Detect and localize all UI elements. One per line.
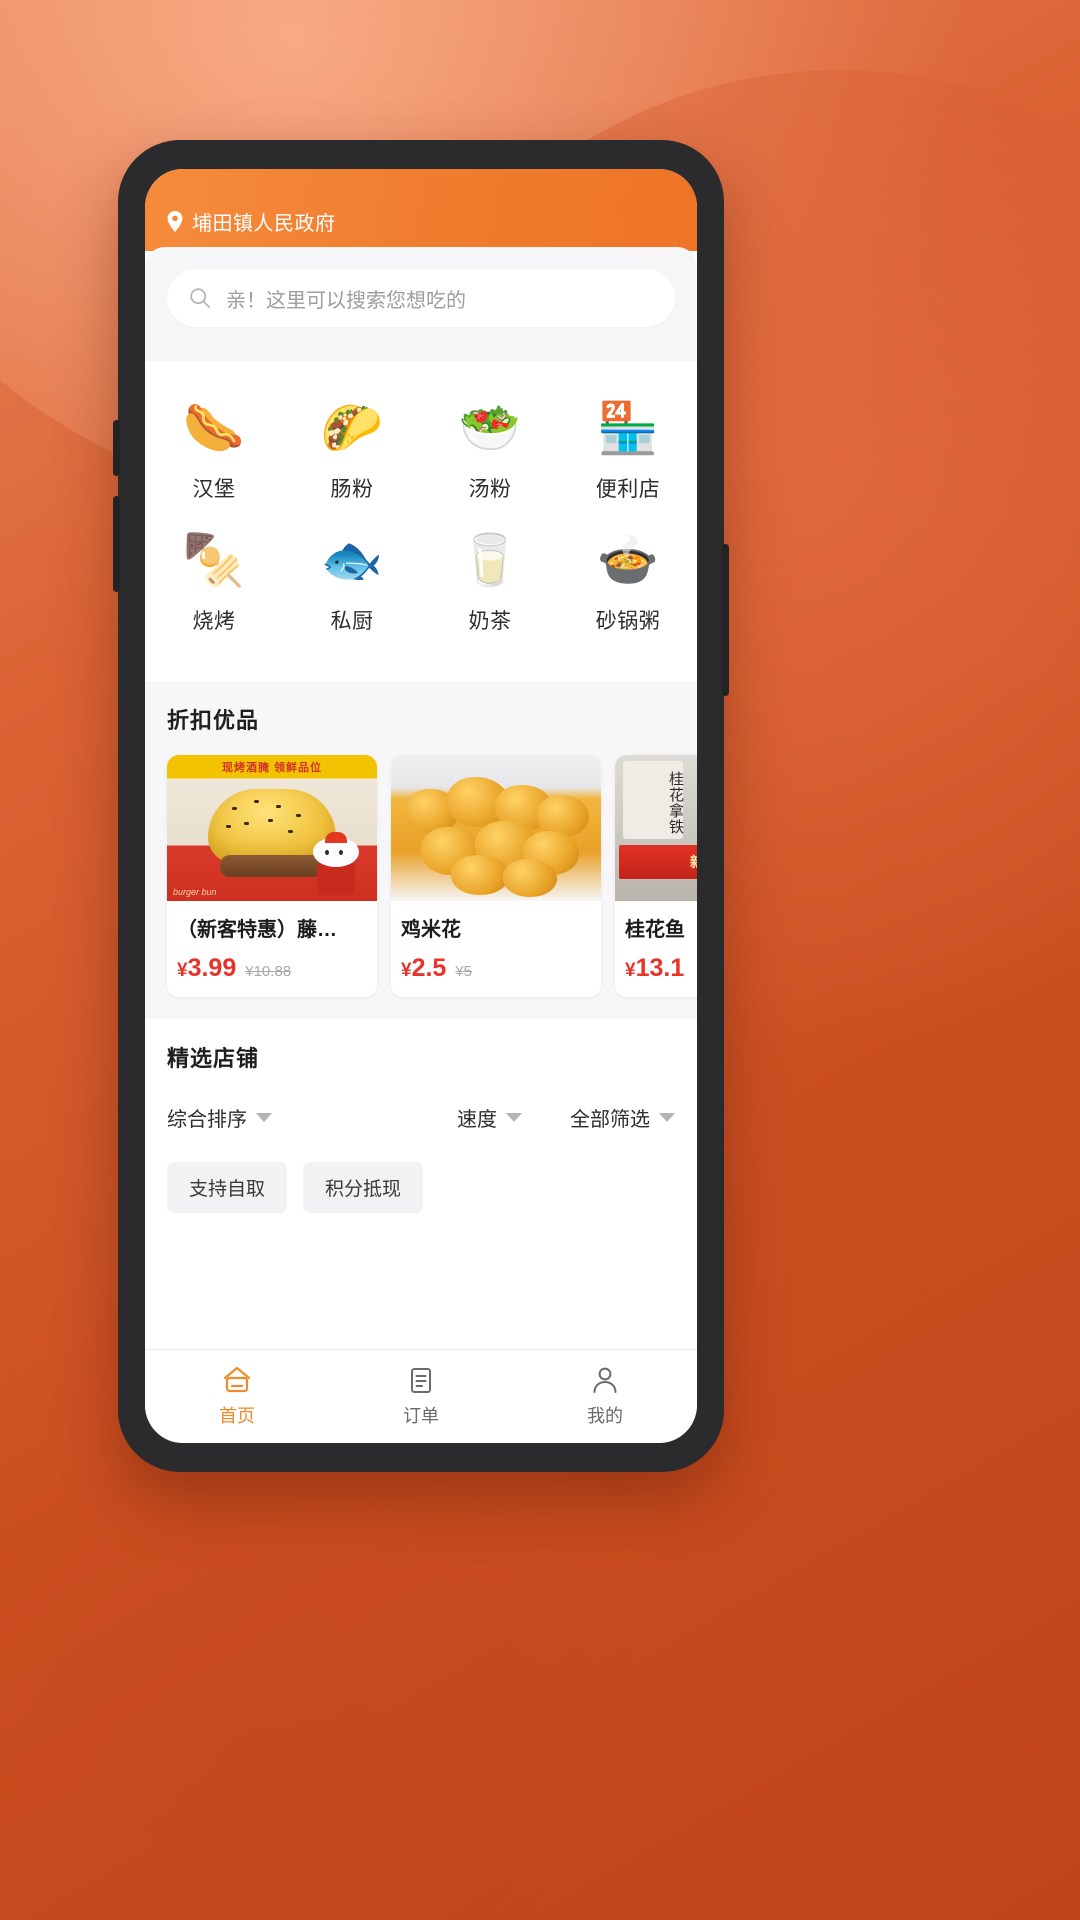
hotdog-icon: 🌭 [182, 399, 246, 457]
person-icon [593, 1367, 617, 1393]
volume-up-button[interactable] [113, 420, 120, 476]
product-sub-text: burger bun [173, 887, 217, 897]
category-item-hanbao[interactable]: 🌭 汉堡 [145, 397, 283, 503]
discount-carousel[interactable]: 现烤酒腌 领鲜品位 burger bun （新客特惠）藤… ¥3.99 ¥10.… [145, 735, 697, 1019]
product-name: 桂花鱼 [625, 919, 685, 941]
filter-chip-row: 支持自取 积分抵现 [167, 1162, 675, 1213]
category-label: 砂锅粥 [595, 610, 661, 633]
home-icon [223, 1366, 251, 1393]
filter-label: 速度 [457, 1109, 497, 1131]
filter-all[interactable]: 全部筛选 [570, 1103, 675, 1132]
tab-profile[interactable]: 我的 [513, 1350, 697, 1443]
featured-shops-section: 精选店铺 综合排序 速度 全部筛选 支持自取 积分抵现 [145, 1019, 697, 1349]
filter-label: 全部筛选 [570, 1109, 650, 1131]
product-banner-text: 现烤酒腌 领鲜品位 [221, 762, 323, 774]
category-item-changfen[interactable]: 🌮 肠粉 [283, 397, 421, 503]
category-label: 私厨 [330, 610, 374, 633]
chevron-down-icon [659, 1113, 675, 1122]
location-selector[interactable]: 埔田镇人民政府 [167, 207, 336, 236]
category-item-sichu[interactable]: 🐟 私厨 [283, 529, 421, 635]
bottom-tab-bar: 首页 订单 我的 [145, 1349, 697, 1443]
search-placeholder: 亲！这里可以搜索您想吃的 [226, 289, 466, 312]
current-price: ¥13.1 [625, 954, 684, 983]
discount-section: 折扣优品 现烤酒腌 领鲜品位 burger bun （新客特惠）藤… ¥3.99… [145, 681, 697, 1019]
original-price: ¥5 [455, 963, 473, 980]
filter-speed[interactable]: 速度 [457, 1103, 522, 1132]
category-label: 汉堡 [192, 478, 236, 501]
filter-row: 综合排序 速度 全部筛选 [167, 1103, 675, 1132]
category-label: 便利店 [595, 478, 661, 501]
current-price: ¥3.99 [177, 954, 236, 983]
tab-orders[interactable]: 订单 [329, 1350, 513, 1443]
tab-home[interactable]: 首页 [145, 1350, 329, 1443]
tab-label: 我的 [587, 1406, 623, 1426]
phone-screen: 埔田镇人民政府 亲！这里可以搜索您想吃的 🌭 汉堡 🌮 肠粉 🥗 汤粉 🏪 便利… [145, 169, 697, 1443]
category-label: 烧烤 [192, 610, 236, 633]
discount-card-body: 鸡米花 ¥2.5 ¥5 [391, 901, 601, 997]
price-row: ¥3.99 ¥10.88 [177, 954, 367, 983]
storefront-icon: 🏪 [596, 399, 660, 457]
search-icon [190, 288, 210, 308]
search-input[interactable]: 亲！这里可以搜索您想吃的 [167, 269, 675, 327]
order-icon [411, 1368, 431, 1393]
currency-symbol: ¥ [401, 960, 412, 981]
price-value: 13.1 [635, 954, 685, 982]
calendar-text: 桂花拿铁 [623, 761, 684, 839]
featured-shops-title: 精选店铺 [167, 1046, 260, 1071]
chip-points-redeem[interactable]: 积分抵现 [303, 1162, 424, 1213]
discount-section-title: 折扣优品 [167, 708, 260, 733]
category-label: 奶茶 [468, 610, 512, 633]
soup-pot-icon: 🍲 [596, 531, 660, 589]
power-button[interactable] [722, 544, 729, 696]
skewer-icon: 🍢 [182, 531, 246, 589]
salad-bowl-icon: 🥗 [458, 399, 522, 457]
milk-carton-icon: 🥛 [458, 531, 522, 589]
chicken-mascot-illustration [307, 832, 365, 895]
category-item-tangfen[interactable]: 🥗 汤粉 [421, 397, 559, 503]
category-item-shaguozhou[interactable]: 🍲 砂锅粥 [559, 529, 697, 635]
search-section: 亲！这里可以搜索您想吃的 [145, 247, 697, 361]
popcorn-chicken-photo [391, 755, 601, 901]
tab-label: 首页 [219, 1406, 255, 1426]
location-label: 埔田镇人民政府 [192, 212, 336, 235]
volume-down-button[interactable] [113, 496, 120, 592]
discount-card-body: 桂花鱼 ¥13.1 [615, 901, 697, 997]
discount-card[interactable]: 现烤酒腌 领鲜品位 burger bun （新客特惠）藤… ¥3.99 ¥10.… [167, 755, 377, 997]
fish-icon: 🐟 [320, 531, 384, 589]
tab-label: 订单 [403, 1406, 439, 1426]
currency-symbol: ¥ [625, 960, 636, 981]
price-value: 2.5 [411, 954, 447, 982]
filter-sort[interactable]: 综合排序 [167, 1103, 272, 1132]
category-item-bianlidian[interactable]: 🏪 便利店 [559, 397, 697, 503]
product-name: （新客特惠）藤… [177, 919, 337, 941]
product-name: 鸡米花 [401, 919, 461, 941]
filter-label: 综合排序 [167, 1109, 247, 1131]
category-label: 汤粉 [468, 478, 512, 501]
original-price: ¥10.88 [245, 963, 292, 980]
location-pin-icon [167, 210, 183, 232]
chip-self-pickup[interactable]: 支持自取 [167, 1162, 288, 1213]
fried-chicken-burger-photo: 现烤酒腌 领鲜品位 burger bun [167, 755, 377, 901]
discount-card[interactable]: 桂花拿铁 新人专享 桂花鱼 ¥13.1 [615, 755, 697, 997]
discount-card[interactable]: 鸡米花 ¥2.5 ¥5 [391, 755, 601, 997]
discount-card-body: （新客特惠）藤… ¥3.99 ¥10.88 [167, 901, 377, 997]
taco-plate-icon: 🌮 [320, 399, 384, 457]
category-label: 肠粉 [330, 478, 374, 501]
price-row: ¥2.5 ¥5 [401, 954, 591, 983]
price-value: 3.99 [187, 954, 237, 982]
category-grid: 🌭 汉堡 🌮 肠粉 🥗 汤粉 🏪 便利店 🍢 烧烤 🐟 私厨 🥛 奶茶 🍲 砂锅… [145, 397, 697, 635]
category-item-shaokao[interactable]: 🍢 烧烤 [145, 529, 283, 635]
price-row: ¥13.1 [625, 954, 697, 983]
current-price: ¥2.5 [401, 954, 446, 983]
category-item-naicha[interactable]: 🥛 奶茶 [421, 529, 559, 635]
app-header: 埔田镇人民政府 [145, 169, 697, 251]
phone-mockup-frame: 埔田镇人民政府 亲！这里可以搜索您想吃的 🌭 汉堡 🌮 肠粉 🥗 汤粉 🏪 便利… [113, 140, 729, 1472]
chevron-down-icon [506, 1113, 522, 1122]
currency-symbol: ¥ [177, 960, 188, 981]
osmanthus-latte-photo: 桂花拿铁 新人专享 [615, 755, 697, 901]
promo-banner: 新人专享 [619, 845, 697, 879]
chevron-down-icon [256, 1113, 272, 1122]
category-grid-card: 🌭 汉堡 🌮 肠粉 🥗 汤粉 🏪 便利店 🍢 烧烤 🐟 私厨 🥛 奶茶 🍲 砂锅… [145, 361, 697, 681]
